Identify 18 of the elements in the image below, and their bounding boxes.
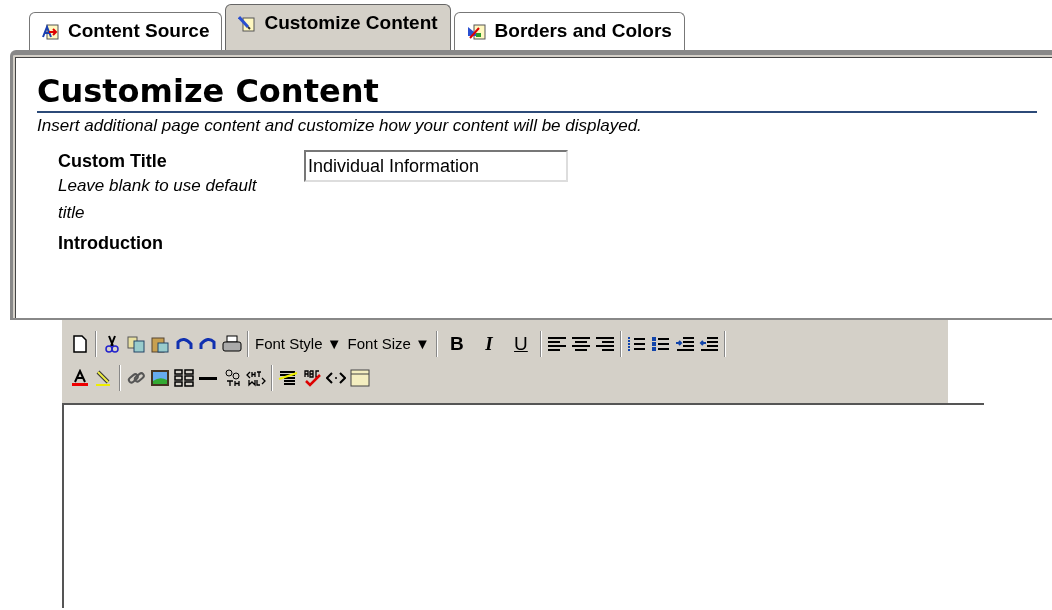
custom-title-field[interactable]: Individual Information <box>304 150 568 182</box>
tab[interactable]: Borders and Colors <box>453 12 685 50</box>
table-icon[interactable] <box>172 366 196 390</box>
document-arrow-icon <box>42 23 60 40</box>
field-hint: Leave blank to use default title <box>58 175 258 224</box>
format-button[interactable]: U <box>504 329 537 359</box>
format-button[interactable]: I <box>472 329 505 359</box>
tab[interactable]: Customize Content <box>225 4 451 50</box>
font-dropdown[interactable]: Font Size ▼ <box>347 332 430 356</box>
page-description: Insert additional page content and customize how your content will be displayed. <box>37 116 643 136</box>
field-label: Custom Title <box>58 150 168 172</box>
document-pencil-icon <box>238 15 257 32</box>
format-button[interactable]: B <box>440 329 473 359</box>
field-label: Introduction <box>57 232 164 254</box>
page-heading: Customize Content <box>37 71 380 111</box>
tab[interactable]: Content Source <box>29 12 223 50</box>
font-dropdown[interactable]: Font Style ▼ <box>255 332 342 356</box>
document-shapes-icon <box>466 23 487 40</box>
